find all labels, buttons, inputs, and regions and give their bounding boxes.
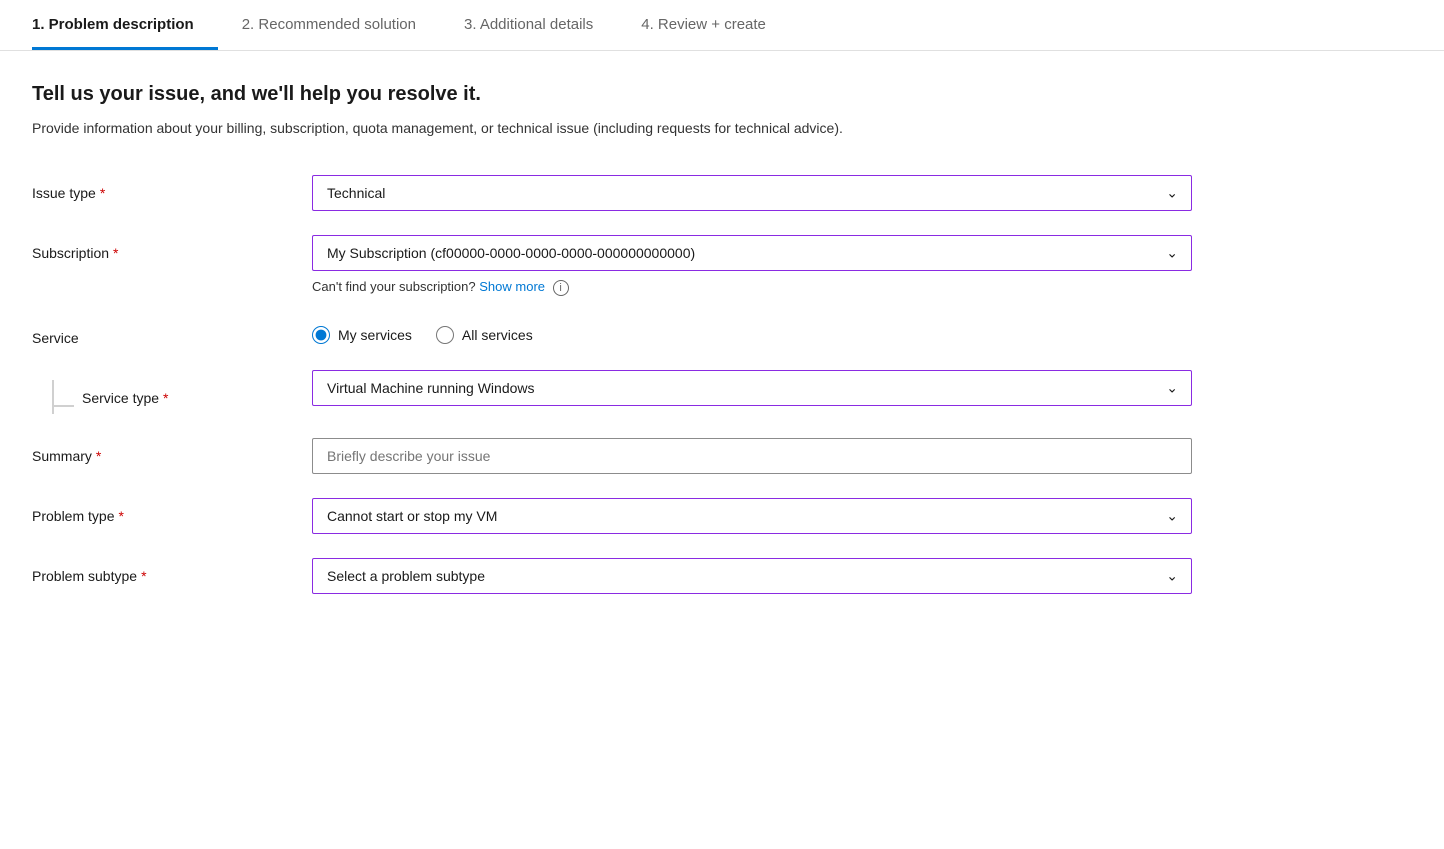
all-services-label: All services xyxy=(462,327,533,343)
tab-recommended-solution[interactable]: 2. Recommended solution xyxy=(242,0,440,50)
tab-problem-description[interactable]: 1. Problem description xyxy=(32,0,218,50)
service-type-text: Service type* xyxy=(82,380,169,406)
show-more-link[interactable]: Show more xyxy=(479,279,545,294)
tab-review-create[interactable]: 4. Review + create xyxy=(641,0,790,50)
service-control: My services All services xyxy=(312,320,1192,344)
my-services-label: My services xyxy=(338,327,412,343)
subscription-label: Subscription* xyxy=(32,235,312,261)
subscription-row: Subscription* My Subscription (cf00000-0… xyxy=(32,235,1368,296)
page-title: Tell us your issue, and we'll help you r… xyxy=(32,83,1368,106)
my-services-option[interactable]: My services xyxy=(312,326,412,344)
tab-additional-details[interactable]: 3. Additional details xyxy=(464,0,617,50)
problem-subtype-row: Problem subtype* Select a problem subtyp… xyxy=(32,558,1368,594)
page-description: Provide information about your billing, … xyxy=(32,118,932,139)
problem-subtype-select[interactable]: Select a problem subtype xyxy=(312,558,1192,594)
issue-type-label: Issue type* xyxy=(32,175,312,201)
problem-description-form: Issue type* Technical Billing Subscripti… xyxy=(32,175,1368,618)
summary-control xyxy=(312,438,1192,474)
problem-type-row: Problem type* Cannot start or stop my VM… xyxy=(32,498,1368,534)
summary-row: Summary* xyxy=(32,438,1368,474)
all-services-option[interactable]: All services xyxy=(436,326,533,344)
problem-subtype-control: Select a problem subtype ⌄ xyxy=(312,558,1192,594)
issue-type-row: Issue type* Technical Billing Subscripti… xyxy=(32,175,1368,211)
wizard-tabs: 1. Problem description 2. Recommended so… xyxy=(0,0,1444,51)
subscription-dropdown-container: My Subscription (cf00000-0000-0000-0000-… xyxy=(312,235,1192,271)
subscription-select[interactable]: My Subscription (cf00000-0000-0000-0000-… xyxy=(312,235,1192,271)
subscription-info-icon[interactable]: i xyxy=(553,280,569,296)
problem-type-label: Problem type* xyxy=(32,498,312,524)
issue-type-dropdown-container: Technical Billing Subscription Quota man… xyxy=(312,175,1192,211)
service-type-label-col: Service type* xyxy=(32,370,312,414)
subscription-control: My Subscription (cf00000-0000-0000-0000-… xyxy=(312,235,1192,296)
problem-type-control: Cannot start or stop my VM ⌄ xyxy=(312,498,1192,534)
service-type-select[interactable]: Virtual Machine running Windows xyxy=(312,370,1192,406)
problem-type-select[interactable]: Cannot start or stop my VM xyxy=(312,498,1192,534)
service-row: Service My services All services xyxy=(32,320,1368,346)
problem-subtype-dropdown-container: Select a problem subtype ⌄ xyxy=(312,558,1192,594)
service-radio-group: My services All services xyxy=(312,320,1192,344)
summary-label: Summary* xyxy=(32,438,312,464)
issue-type-control: Technical Billing Subscription Quota man… xyxy=(312,175,1192,211)
service-type-row: Service type* Virtual Machine running Wi… xyxy=(32,370,1368,414)
service-label: Service xyxy=(32,320,312,346)
summary-input[interactable] xyxy=(312,438,1192,474)
my-services-radio[interactable] xyxy=(312,326,330,344)
service-type-control: Virtual Machine running Windows ⌄ xyxy=(312,370,1192,406)
issue-type-select[interactable]: Technical Billing Subscription Quota man… xyxy=(312,175,1192,211)
service-type-dropdown-container: Virtual Machine running Windows ⌄ xyxy=(312,370,1192,406)
problem-subtype-label: Problem subtype* xyxy=(32,558,312,584)
all-services-radio[interactable] xyxy=(436,326,454,344)
problem-type-dropdown-container: Cannot start or stop my VM ⌄ xyxy=(312,498,1192,534)
main-content: Tell us your issue, and we'll help you r… xyxy=(0,51,1400,658)
subscription-helper: Can't find your subscription? Show more … xyxy=(312,279,1192,296)
